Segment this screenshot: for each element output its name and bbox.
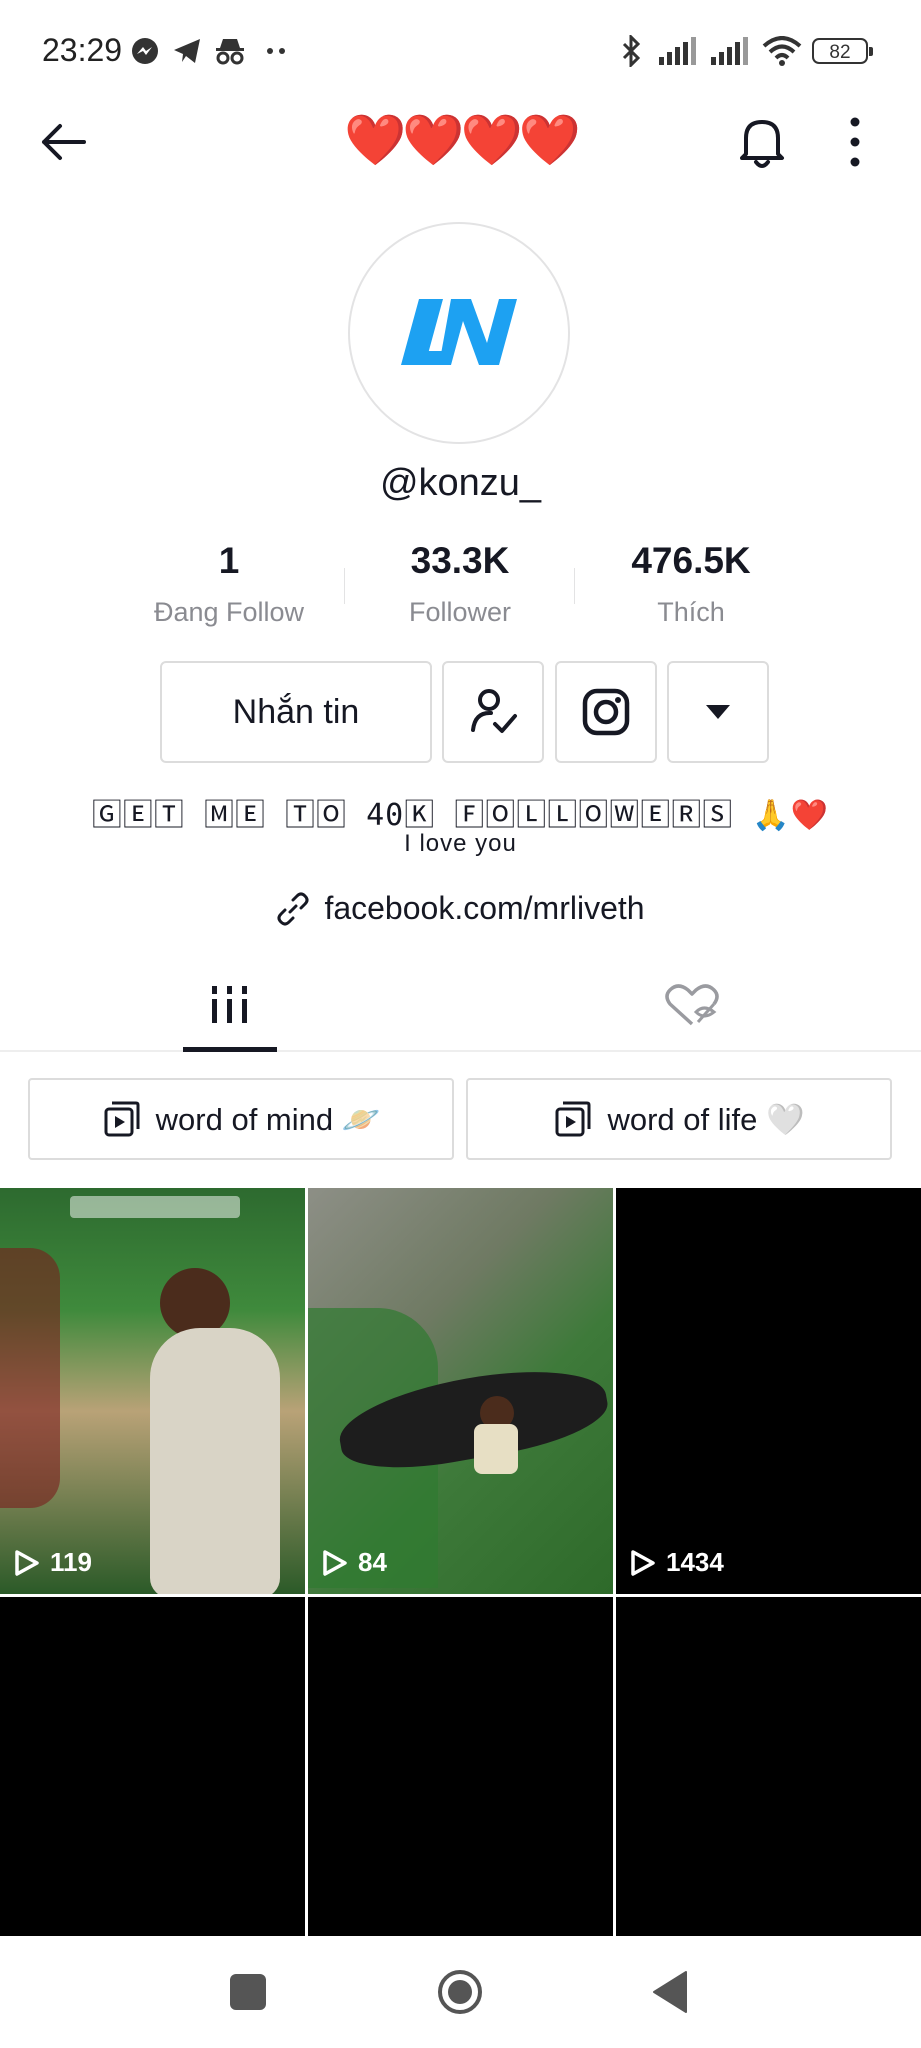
tab-active-indicator [183,1047,277,1052]
tab-liked-private[interactable] [662,982,722,1030]
thumbnail-caption [70,1196,240,1218]
messenger-icon [128,34,162,68]
suggested-accounts-button[interactable] [667,661,769,763]
grid-icon [212,986,247,1023]
play-icon [631,1549,655,1576]
following-label: Đang Follow [153,597,305,627]
signal-icon [656,34,700,68]
follow-status-button[interactable] [442,661,544,763]
playlist-icon [555,1101,591,1137]
avatar-logo [401,299,517,365]
playlist-label: word of mind 🪐 [155,1101,381,1137]
play-icon [323,1549,347,1576]
followers-label: Follower [408,597,512,627]
view-count-text: 119 [50,1547,92,1577]
system-nav-bar [0,1936,921,2048]
view-count: 119 [14,1547,92,1578]
status-bar: 23:29 82 [0,0,921,100]
user-check-icon [471,689,517,733]
tab-videos[interactable] [200,982,260,1030]
recents-icon[interactable] [230,1974,266,2010]
instagram-icon [582,688,630,736]
tabs-divider [0,1050,921,1052]
instagram-button[interactable] [555,661,657,763]
video-thumbnail[interactable] [0,1597,305,1936]
status-time: 23:29 [42,32,123,68]
video-thumbnail[interactable] [616,1597,921,1936]
playlist-word-of-mind[interactable]: word of mind 🪐 [28,1078,454,1160]
video-thumbnail[interactable]: 119 [0,1188,305,1594]
more-vertical-icon[interactable] [840,114,870,170]
more-dots-icon [262,34,292,68]
playlist-icon [104,1101,140,1137]
bell-icon[interactable] [732,110,792,172]
wifi-icon [760,34,804,68]
username: @konzu_ [379,462,542,504]
signal-icon-2 [708,34,752,68]
followers-count[interactable]: 33.3K [345,540,575,582]
likes-count[interactable]: 476.5K [576,540,806,582]
bio-line-1: 🄶🄴🅃 🄼🄴 🅃🄾 40🄺 🄵🄾🄻🄻🄾🅆🄴🅁🅂 🙏❤️ [91,798,830,833]
telegram-icon [170,34,204,68]
play-icon [15,1549,39,1576]
view-count-text: 84 [358,1547,387,1577]
view-count: 1434 [630,1547,724,1578]
view-count-text: 1434 [666,1547,724,1577]
bio-link-text: facebook.com/mrliveth [324,890,645,926]
heart-hidden-icon [665,984,719,1026]
caret-down-icon [706,705,730,719]
view-count: 84 [322,1547,387,1578]
person-body [474,1424,518,1474]
incognito-icon [212,34,248,68]
following-count[interactable]: 1 [114,540,344,582]
link-icon [277,892,309,925]
bio-link[interactable]: facebook.com/mrliveth [0,890,921,927]
home-icon[interactable] [436,1968,484,2016]
video-thumbnail[interactable]: 84 [308,1188,613,1594]
back-nav-icon[interactable] [650,1970,690,2014]
bluetooth-icon [614,34,648,68]
message-button[interactable]: Nhắn tin [160,661,432,763]
video-thumbnail[interactable] [308,1597,613,1936]
bio-line-2: I love you [404,830,517,857]
playlist-word-of-life[interactable]: word of life 🤍 [466,1078,892,1160]
flower-wall [0,1248,60,1508]
playlist-label: word of life 🤍 [607,1101,805,1137]
avatar[interactable] [348,222,570,444]
person-body [150,1328,280,1594]
stat-divider [574,568,575,604]
likes-label: Thích [657,597,725,627]
video-thumbnail[interactable]: 1434 [616,1188,921,1594]
battery-icon: 82 [812,38,873,64]
